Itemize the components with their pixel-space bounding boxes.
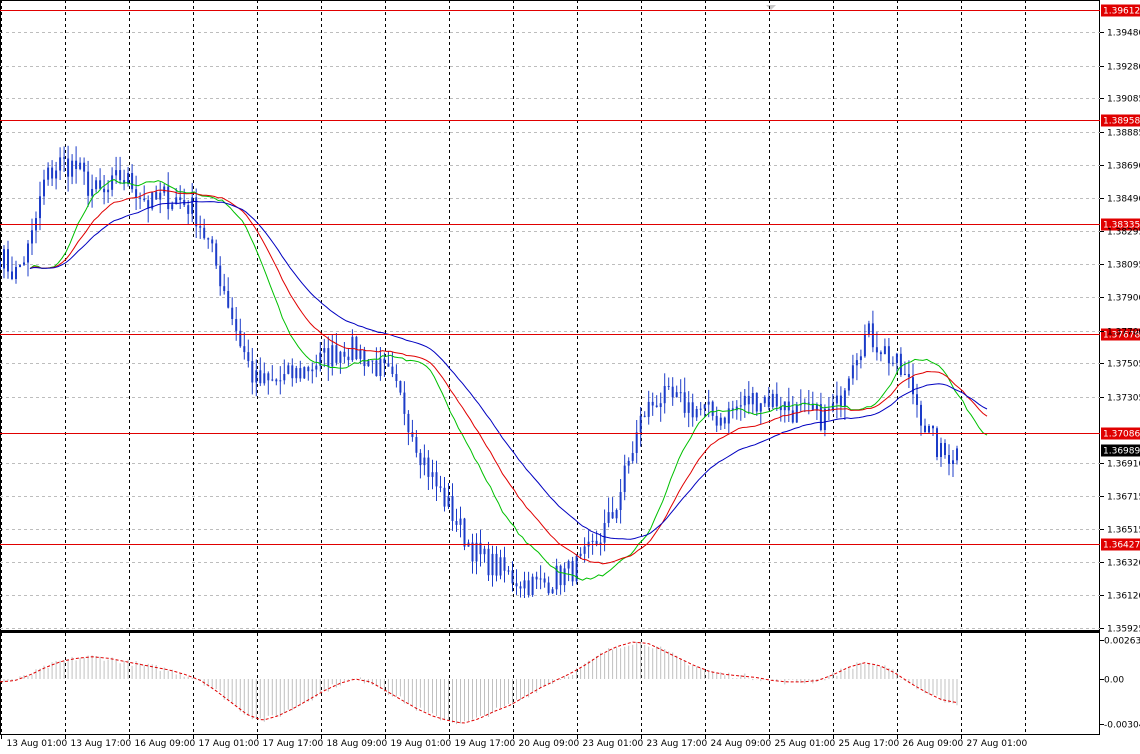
time-tick-label: 13 Aug 17:00 <box>71 739 132 749</box>
price-tick-label: 1.38490 <box>1107 195 1140 205</box>
price-tick-label: 1.38095 <box>1107 261 1140 271</box>
level-price-label: 1.37086 <box>1101 427 1140 440</box>
svg-text:1.39612: 1.39612 <box>1103 7 1140 17</box>
price-tick-label: 1.36910 <box>1107 460 1140 470</box>
price-tick-label: 1.37505 <box>1107 360 1140 370</box>
candle <box>151 191 154 211</box>
osc-tick-label: -0.003045 <box>1104 721 1140 731</box>
candle <box>575 554 578 585</box>
candle <box>303 366 306 379</box>
time-tick-label: 19 Aug 01:00 <box>391 739 452 749</box>
candle <box>19 264 21 268</box>
svg-text:1.38958: 1.38958 <box>1103 117 1140 127</box>
level-price-label: 1.36427 <box>1101 538 1140 551</box>
main-panel-frame <box>0 0 1100 735</box>
time-tick-label: 26 Aug 09:00 <box>903 739 964 749</box>
price-tick-label: 1.36320 <box>1107 559 1140 569</box>
candle <box>355 335 358 361</box>
price-tick-label: 1.39085 <box>1107 95 1140 105</box>
price-tick-label: 1.37900 <box>1107 294 1140 304</box>
candle <box>463 517 466 551</box>
candle <box>531 573 534 597</box>
time-tick-label: 17 Aug 01:00 <box>199 739 260 749</box>
time-tick-label: 19 Aug 17:00 <box>455 739 516 749</box>
level-price-label: 1.38958 <box>1101 114 1140 127</box>
price-tick-label: 1.37305 <box>1107 394 1140 404</box>
price-tick-label: 1.39480 <box>1107 29 1140 39</box>
time-tick-label: 20 Aug 09:00 <box>519 739 580 749</box>
price-tick-label: 1.38690 <box>1107 162 1140 172</box>
price-tick-label: 1.39280 <box>1107 63 1140 73</box>
price-tick-label: 1.36715 <box>1107 493 1140 503</box>
price-chart[interactable]: 1.396121.389581.383351.376781.370861.364… <box>0 0 1140 754</box>
price-tick-label: 1.38885 <box>1107 129 1140 139</box>
time-tick-label: 23 Aug 01:00 <box>583 739 644 749</box>
price-tick-label: 1.36515 <box>1107 526 1140 536</box>
price-tick-label: 1.35925 <box>1107 625 1140 635</box>
current-price-label: 1.36989 <box>1101 444 1140 457</box>
price-tick-label: 1.38295 <box>1107 228 1140 238</box>
svg-text:1.37086: 1.37086 <box>1103 430 1140 440</box>
time-tick-label: 25 Aug 01:00 <box>775 739 836 749</box>
price-tick-label: 1.37700 <box>1107 328 1140 338</box>
candle <box>215 239 218 269</box>
svg-text:1.36989: 1.36989 <box>1103 447 1140 457</box>
osc-tick-label: 0.002635 <box>1104 637 1140 647</box>
time-tick-label: 18 Aug 09:00 <box>327 739 388 749</box>
time-tick-label: 13 Aug 01:00 <box>7 739 68 749</box>
time-axis: 13 Aug 01:00 13 Aug 17:00 16 Aug 09:00 17 A… <box>1 734 1028 749</box>
svg-text:1.36427: 1.36427 <box>1103 541 1140 551</box>
time-tick-label: 23 Aug 17:00 <box>647 739 708 749</box>
time-tick-label: 24 Aug 09:00 <box>711 739 772 749</box>
time-tick-label: 16 Aug 09:00 <box>135 739 196 749</box>
time-tick-label: 27 Aug 01:00 <box>967 739 1028 749</box>
candle <box>936 426 938 461</box>
osc-tick-label: 0.00 <box>1104 676 1124 686</box>
price-tick-label: 1.36120 <box>1107 592 1140 602</box>
level-price-label: 1.39612 <box>1101 4 1140 17</box>
time-tick-label: 25 Aug 17:00 <box>839 739 900 749</box>
time-tick-label: 17 Aug 17:00 <box>263 739 324 749</box>
